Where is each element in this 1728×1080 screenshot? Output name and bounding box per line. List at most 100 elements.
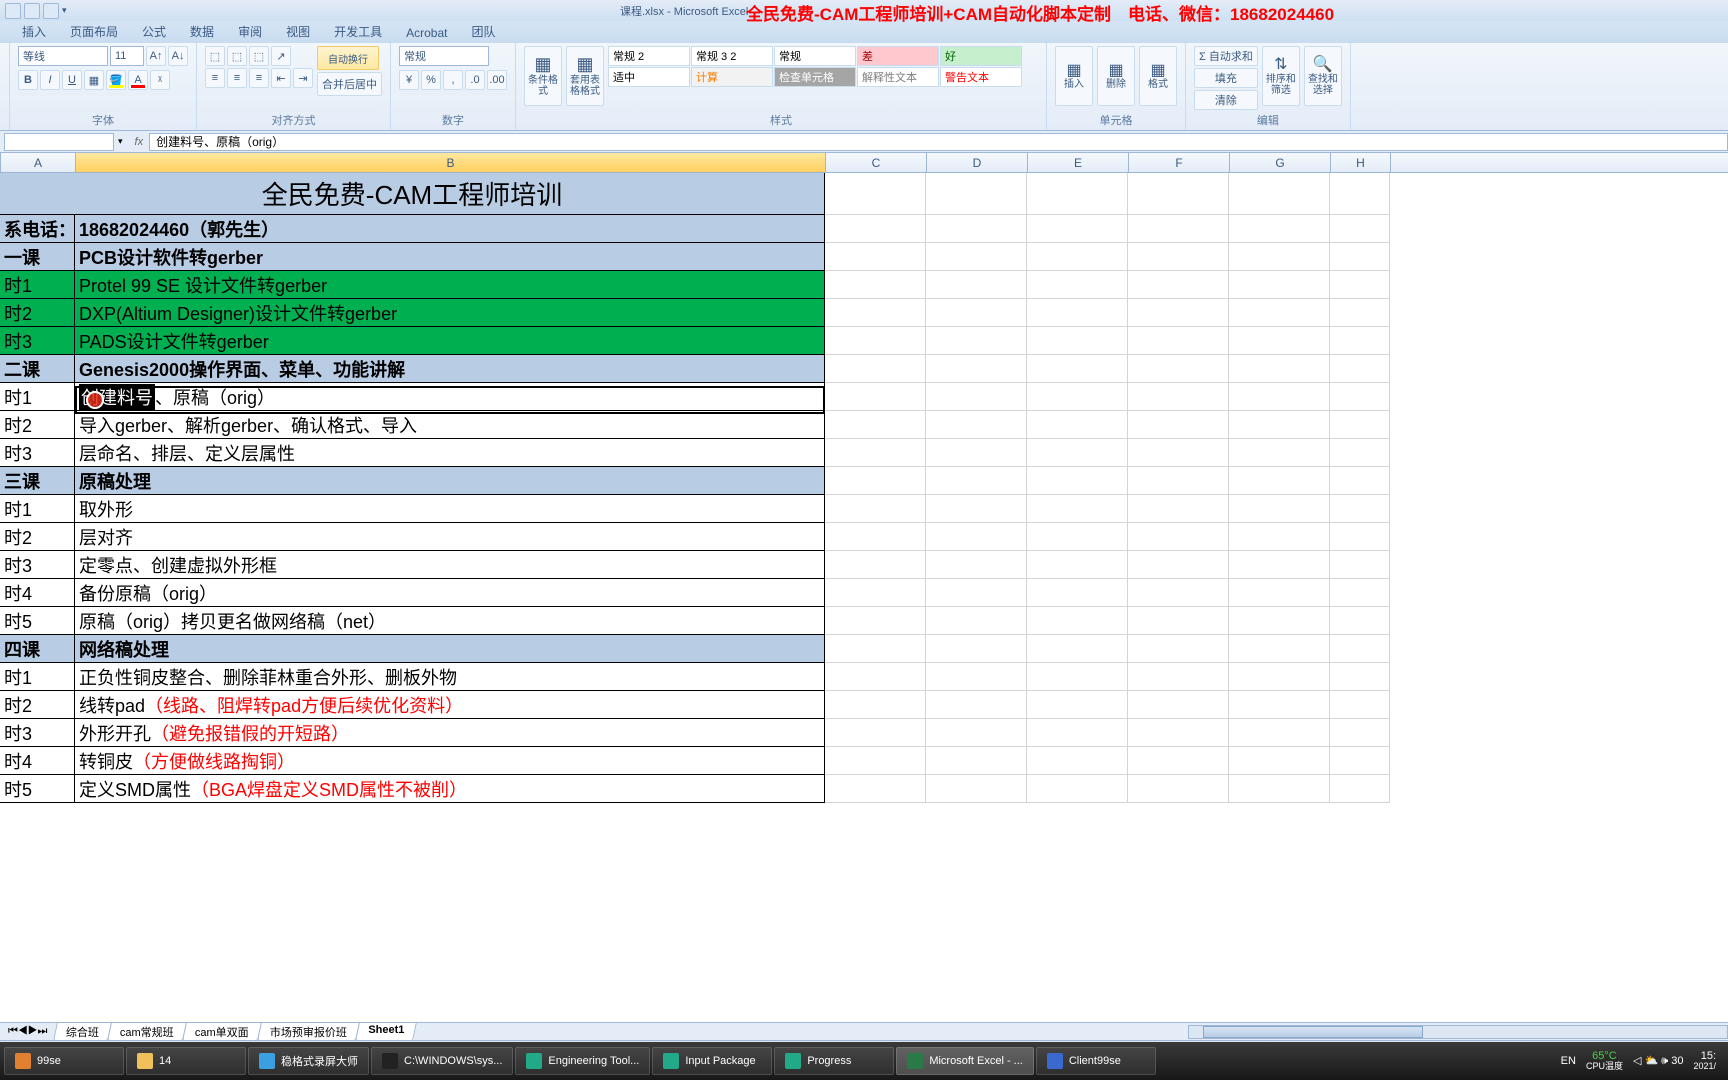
cell-a[interactable]: 三课	[0, 467, 75, 495]
taskbar-button[interactable]: C:\WINDOWS\sys...	[371, 1047, 513, 1075]
qat-redo-icon[interactable]	[43, 3, 59, 19]
decrease-font-icon[interactable]: A↓	[168, 46, 188, 66]
decrease-indent-icon[interactable]: ⇤	[271, 68, 291, 88]
underline-button[interactable]: U	[62, 70, 82, 90]
italic-button[interactable]: I	[40, 70, 60, 90]
fx-icon[interactable]: fx	[129, 136, 150, 148]
currency-icon[interactable]: ¥	[399, 70, 419, 90]
cell-b[interactable]: 层命名、排层、定义层属性	[75, 439, 825, 467]
style-cell[interactable]: 好	[940, 46, 1022, 66]
cell-a[interactable]: 时2	[0, 691, 75, 719]
taskbar-button[interactable]: Microsoft Excel - ...	[896, 1047, 1034, 1075]
align-top-icon[interactable]: ⬚	[205, 46, 225, 66]
bold-button[interactable]: B	[18, 70, 38, 90]
cell-a[interactable]: 系电话：	[0, 215, 75, 243]
col-header-d[interactable]: D	[927, 153, 1028, 172]
tab-acrobat[interactable]: Acrobat	[394, 23, 459, 43]
spreadsheet-grid[interactable]: A B C D E F G H 全民免费-CAM工程师培训 系电话：186820…	[0, 153, 1728, 1022]
formula-input[interactable]: 创建料号、原稿（orig）	[149, 133, 1728, 151]
align-bottom-icon[interactable]: ⬚	[249, 46, 269, 66]
cell-a[interactable]: 时1	[0, 383, 75, 411]
clear-button[interactable]: 清除	[1194, 90, 1258, 110]
insert-cells-button[interactable]: ▦插入	[1055, 46, 1093, 106]
cell-b[interactable]: 18682024460（郭先生）	[75, 215, 825, 243]
cell-a[interactable]: 时2	[0, 523, 75, 551]
cell-a[interactable]: 时2	[0, 411, 75, 439]
cell-b[interactable]: 备份原稿（orig）	[75, 579, 825, 607]
scrollbar-thumb[interactable]	[1203, 1026, 1423, 1038]
cell-a[interactable]: 时2	[0, 299, 75, 327]
fill-color-button[interactable]: 🪣	[106, 70, 126, 90]
cell-a[interactable]: 时4	[0, 747, 75, 775]
autosum-button[interactable]: Σ 自动求和	[1194, 46, 1258, 66]
tab-data[interactable]: 数据	[178, 20, 226, 43]
taskbar-button[interactable]: 99se	[4, 1047, 124, 1075]
sheet-title-cell[interactable]: 全民免费-CAM工程师培训	[0, 173, 825, 215]
tab-page-layout[interactable]: 页面布局	[58, 20, 130, 43]
col-header-a[interactable]: A	[1, 153, 76, 172]
decrease-decimal-icon[interactable]: .00	[487, 70, 507, 90]
taskbar-button[interactable]: Client99se	[1036, 1047, 1156, 1075]
cell-b[interactable]: 导入gerber、解析gerber、确认格式、导入	[75, 411, 825, 439]
cell-a[interactable]: 时3	[0, 327, 75, 355]
col-header-h[interactable]: H	[1331, 153, 1391, 172]
sheet-tab[interactable]: 综合班	[53, 1022, 112, 1041]
align-center-icon[interactable]: ≡	[227, 68, 247, 88]
wrap-text-button[interactable]: 自动换行	[317, 46, 379, 70]
col-header-e[interactable]: E	[1028, 153, 1129, 172]
col-header-f[interactable]: F	[1129, 153, 1230, 172]
sheet-tab[interactable]: Sheet1	[355, 1022, 417, 1041]
taskbar-button[interactable]: 14	[126, 1047, 246, 1075]
tab-developer[interactable]: 开发工具	[322, 20, 394, 43]
taskbar-button[interactable]: Engineering Tool...	[515, 1047, 650, 1075]
cell-b[interactable]: 取外形	[75, 495, 825, 523]
col-header-c[interactable]: C	[826, 153, 927, 172]
orientation-icon[interactable]: ↗	[271, 46, 291, 66]
align-right-icon[interactable]: ≡	[249, 68, 269, 88]
phonetic-button[interactable]: ᵡ	[150, 70, 170, 90]
taskbar-button[interactable]: 稳格式录屏大师	[248, 1047, 369, 1075]
cell-b[interactable]: PADS设计文件转gerber	[75, 327, 825, 355]
comma-icon[interactable]: ,	[443, 70, 463, 90]
cell-a[interactable]: 时1	[0, 495, 75, 523]
col-header-g[interactable]: G	[1230, 153, 1331, 172]
style-cell[interactable]: 常规	[774, 46, 856, 66]
sheet-nav-buttons[interactable]: ⏮◀▶⏭	[0, 1025, 55, 1038]
increase-indent-icon[interactable]: ⇥	[293, 68, 313, 88]
tab-insert[interactable]: 插入	[10, 20, 58, 43]
cell-b[interactable]: 创建料号、原稿（orig）	[75, 383, 825, 411]
style-cell[interactable]: 差	[857, 46, 939, 66]
cell-a[interactable]: 一课	[0, 243, 75, 271]
font-color-button[interactable]: A	[128, 70, 148, 90]
tab-formulas[interactable]: 公式	[130, 20, 178, 43]
taskbar-button[interactable]: Progress	[774, 1047, 894, 1075]
sheet-tab[interactable]: cam单双面	[182, 1022, 262, 1041]
cell-b[interactable]: Genesis2000操作界面、菜单、功能讲解	[75, 355, 825, 383]
cell-styles-gallery[interactable]: 常规 2常规 3 2常规差好适中计算检查单元格解释性文本警告文本	[608, 46, 1038, 88]
style-cell[interactable]: 警告文本	[940, 67, 1022, 87]
cell-a[interactable]: 四课	[0, 635, 75, 663]
sheet-tab[interactable]: 市场预审报价班	[257, 1022, 360, 1041]
align-middle-icon[interactable]: ⬚	[227, 46, 247, 66]
cell-a[interactable]: 时3	[0, 551, 75, 579]
number-format-combo[interactable]: 常规	[399, 46, 489, 66]
cell-a[interactable]: 时1	[0, 271, 75, 299]
horizontal-scrollbar[interactable]	[1188, 1025, 1728, 1039]
delete-cells-button[interactable]: ▦删除	[1097, 46, 1135, 106]
cpu-temp-widget[interactable]: 65°C CPU温度	[1586, 1051, 1623, 1071]
increase-decimal-icon[interactable]: .0	[465, 70, 485, 90]
style-cell[interactable]: 解释性文本	[857, 67, 939, 87]
cell-b[interactable]: 网络稿处理	[75, 635, 825, 663]
cell-a[interactable]: 二课	[0, 355, 75, 383]
clock[interactable]: 15: 2021/	[1693, 1051, 1716, 1071]
style-cell[interactable]: 计算	[691, 67, 773, 87]
cell-a[interactable]: 时3	[0, 439, 75, 467]
name-box[interactable]	[4, 133, 114, 151]
align-left-icon[interactable]: ≡	[205, 68, 225, 88]
cell-a[interactable]: 时1	[0, 663, 75, 691]
qat-save-icon[interactable]	[5, 3, 21, 19]
percent-icon[interactable]: %	[421, 70, 441, 90]
cell-b[interactable]: 原稿（orig）拷贝更名做网络稿（net）	[75, 607, 825, 635]
cell-a[interactable]: 时3	[0, 719, 75, 747]
cell-b[interactable]: 线转pad（线路、阻焊转pad方便后续优化资料）	[75, 691, 825, 719]
